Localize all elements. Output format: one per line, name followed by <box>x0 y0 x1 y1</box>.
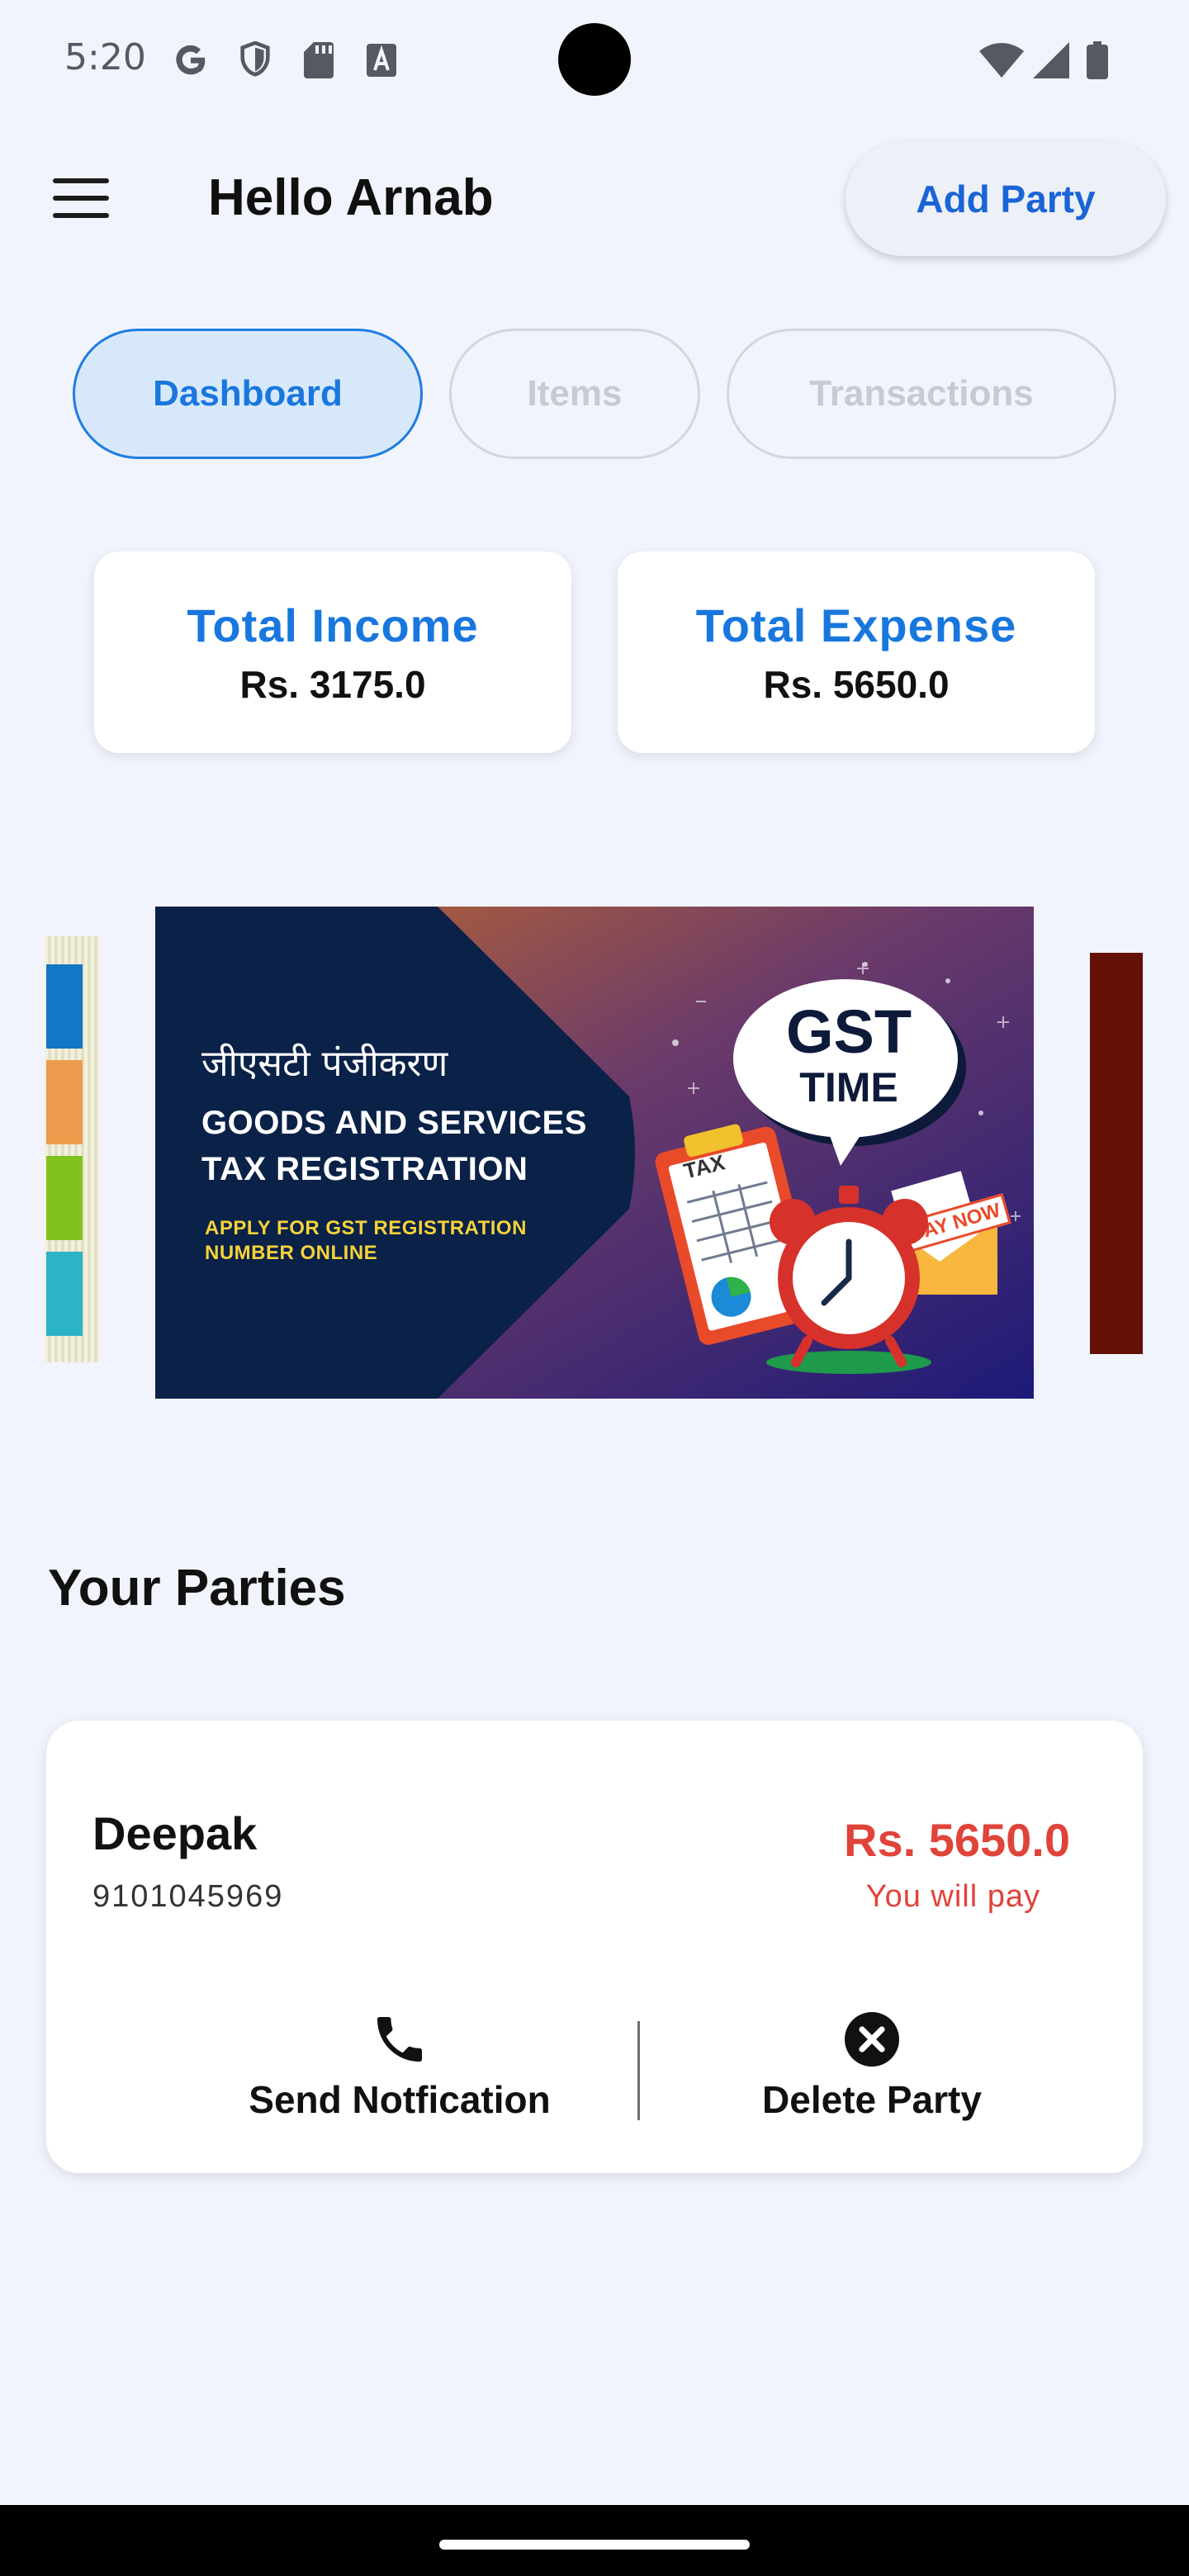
total-income-card: Total Income Rs. 3175.0 <box>94 552 571 753</box>
wifi-icon <box>979 41 1024 79</box>
tab-items[interactable]: Items <box>449 329 700 459</box>
tab-transactions[interactable]: Transactions <box>727 329 1116 459</box>
font-icon <box>365 41 398 79</box>
alarm-clock-icon <box>766 1186 931 1374</box>
greeting-title: Hello Arnab <box>208 169 494 226</box>
banner-title-line2: TAX REGISTRATION <box>201 1151 528 1187</box>
party-card[interactable]: Deepak 9101045969 Rs. 5650.0 You will pa… <box>46 1721 1143 2173</box>
camera-cutout <box>558 23 631 96</box>
total-expense-value: Rs. 5650.0 <box>763 662 950 706</box>
menu-icon[interactable] <box>53 178 109 221</box>
party-name: Deepak <box>92 1807 258 1859</box>
party-balance-note: You will pay <box>865 1879 1040 1914</box>
carousel-next-slide[interactable] <box>1090 953 1143 1354</box>
status-time: 5:20 <box>64 36 146 78</box>
bubble-gst-text: GST <box>785 997 912 1066</box>
banner-hindi-title: जीएसटी पंजीकरण <box>201 1043 448 1085</box>
close-circle-icon <box>845 2012 899 2067</box>
cell-signal-icon <box>1032 41 1070 79</box>
google-icon <box>170 41 211 79</box>
tab-dashboard[interactable]: Dashboard <box>73 329 423 459</box>
total-expense-title: Total Expense <box>695 599 1017 651</box>
add-party-button[interactable]: Add Party <box>846 142 1166 256</box>
carousel-prev-slide[interactable] <box>45 936 99 1362</box>
banner-subtitle-line1: APPLY FOR GST REGISTRATION <box>205 1217 527 1239</box>
home-gesture-handle[interactable] <box>439 2540 750 2550</box>
system-nav-bar <box>0 2505 1189 2576</box>
banner-subtitle-line2: NUMBER ONLINE <box>205 1242 378 1264</box>
status-bar: 5:20 <box>0 0 1189 121</box>
send-notification-button[interactable]: Send Notfication <box>178 2010 621 2122</box>
total-income-title: Total Income <box>187 599 479 651</box>
parties-section-title: Your Parties <box>48 1560 346 1617</box>
banner-title-line1: GOODS AND SERVICES <box>201 1105 587 1141</box>
total-income-value: Rs. 3175.0 <box>239 662 426 706</box>
gst-banner[interactable]: जीएसटी पंजीकरण GOODS AND SERVICES TAX RE… <box>155 907 1034 1399</box>
phone-icon <box>377 2017 422 2062</box>
party-phone: 9101045969 <box>92 1879 284 1914</box>
sd-card-icon <box>302 41 335 79</box>
delete-party-button[interactable]: Delete Party <box>657 2010 1087 2122</box>
app-screen: 5:20 Hello Arnab Add Party Dashboard Ite… <box>0 0 1189 2576</box>
total-expense-card: Total Expense Rs. 5650.0 <box>618 552 1095 753</box>
delete-party-label: Delete Party <box>762 2078 982 2121</box>
bubble-time-text: TIME <box>799 1064 898 1110</box>
action-divider <box>637 2021 640 2120</box>
send-notification-label: Send Notfication <box>249 2078 551 2121</box>
battery-icon <box>1085 41 1110 79</box>
party-amount: Rs. 5650.0 <box>844 1814 1070 1866</box>
shield-icon <box>236 41 274 79</box>
